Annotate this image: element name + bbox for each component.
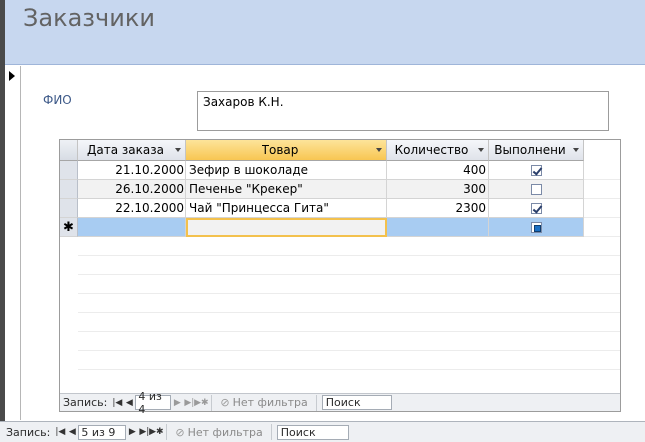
table-row[interactable]: 22.10.2000 Чай "Принцесса Гита" 2300 bbox=[60, 199, 584, 218]
search-input[interactable]: Поиск bbox=[321, 395, 392, 410]
completed-cell bbox=[489, 180, 584, 199]
quantity-cell[interactable] bbox=[387, 218, 489, 237]
record-label: Запись: bbox=[63, 396, 108, 409]
form-header: Заказчики bbox=[5, 0, 645, 65]
new-record-row[interactable]: ✱ bbox=[60, 218, 584, 237]
prev-record-icon[interactable]: ◀ bbox=[66, 425, 78, 439]
main-record-selector[interactable] bbox=[5, 66, 21, 420]
main-record-navigator: Запись: |◀ ◀ 5 из 9 ▶ ▶| ▶✱ ⊘ Нет фильтр… bbox=[0, 421, 645, 442]
order-date-cell[interactable] bbox=[78, 218, 186, 237]
first-record-icon[interactable]: |◀ bbox=[111, 396, 123, 410]
new-record-icon[interactable]: ▶✱ bbox=[194, 396, 208, 410]
completed-checkbox[interactable] bbox=[530, 221, 542, 233]
form-title: Заказчики bbox=[23, 4, 155, 32]
new-record-selector[interactable]: ✱ bbox=[60, 218, 78, 237]
product-cell[interactable]: Чай "Принцесса Гита" bbox=[186, 199, 387, 218]
record-position-input[interactable]: 5 из 9 bbox=[78, 424, 127, 440]
record-position-input[interactable]: 4 из 4 bbox=[135, 390, 172, 416]
quantity-cell[interactable]: 300 bbox=[387, 180, 489, 199]
first-record-icon[interactable]: |◀ bbox=[54, 425, 66, 439]
filter-icon: ⊘ bbox=[175, 425, 185, 439]
order-date-cell[interactable]: 22.10.2000 bbox=[78, 199, 186, 218]
completed-cell bbox=[489, 161, 584, 180]
row-selector[interactable] bbox=[60, 161, 78, 180]
completed-cell bbox=[489, 199, 584, 218]
column-header-product[interactable]: Товар bbox=[186, 140, 387, 161]
current-record-arrow-icon bbox=[9, 71, 15, 81]
filter-toggle[interactable]: ⊘ Нет фильтра bbox=[211, 394, 317, 411]
row-selector[interactable] bbox=[60, 199, 78, 218]
new-record-icon[interactable]: ▶✱ bbox=[149, 425, 163, 439]
product-cell[interactable]: Зефир в шоколаде bbox=[186, 161, 387, 180]
completed-checkbox[interactable] bbox=[530, 183, 542, 195]
fio-label: ФИО bbox=[43, 93, 72, 107]
filter-icon: ⊘ bbox=[220, 396, 230, 409]
subform-header-row: Дата заказа Товар Количество Выполнени bbox=[60, 140, 584, 161]
search-input[interactable]: Поиск bbox=[276, 424, 349, 440]
column-header-completed[interactable]: Выполнени bbox=[489, 140, 584, 161]
completed-checkbox[interactable] bbox=[530, 202, 542, 214]
next-record-icon[interactable]: ▶ bbox=[171, 396, 183, 410]
chevron-down-icon[interactable] bbox=[175, 148, 181, 152]
new-record-star-icon: ✱ bbox=[63, 219, 74, 235]
orders-subform: Дата заказа Товар Количество Выполнени 2… bbox=[59, 139, 621, 412]
record-label: Запись: bbox=[6, 425, 51, 439]
chevron-down-icon[interactable] bbox=[573, 148, 579, 152]
prev-record-icon[interactable]: ◀ bbox=[123, 396, 135, 410]
table-row[interactable]: 26.10.2000 Печенье "Крекер" 300 bbox=[60, 180, 584, 199]
chevron-down-icon[interactable] bbox=[478, 148, 484, 152]
completed-cell bbox=[489, 218, 584, 237]
next-record-icon[interactable]: ▶ bbox=[126, 425, 138, 439]
column-header-quantity[interactable]: Количество bbox=[387, 140, 489, 161]
product-cell[interactable]: Печенье "Крекер" bbox=[186, 180, 387, 199]
subform-record-navigator: Запись: |◀ ◀ 4 из 4 ▶ ▶| ▶✱ ⊘ Нет фильтр… bbox=[60, 390, 620, 416]
product-cell-focused[interactable] bbox=[186, 218, 387, 237]
quantity-cell[interactable]: 2300 bbox=[387, 199, 489, 218]
order-date-cell[interactable]: 21.10.2000 bbox=[78, 161, 186, 180]
row-selector[interactable] bbox=[60, 180, 78, 199]
filter-toggle[interactable]: ⊘ Нет фильтра bbox=[166, 424, 272, 440]
chevron-down-icon[interactable] bbox=[376, 148, 382, 152]
order-date-cell[interactable]: 26.10.2000 bbox=[78, 180, 186, 199]
table-row[interactable]: 21.10.2000 Зефир в шоколаде 400 bbox=[60, 161, 584, 180]
fio-field[interactable]: Захаров К.Н. bbox=[197, 91, 609, 131]
select-all-corner[interactable] bbox=[60, 140, 78, 161]
completed-checkbox[interactable] bbox=[530, 164, 542, 176]
column-header-order-date[interactable]: Дата заказа bbox=[78, 140, 186, 161]
quantity-cell[interactable]: 400 bbox=[387, 161, 489, 180]
subform-rows: 21.10.2000 Зефир в шоколаде 400 26.10.20… bbox=[60, 161, 584, 237]
